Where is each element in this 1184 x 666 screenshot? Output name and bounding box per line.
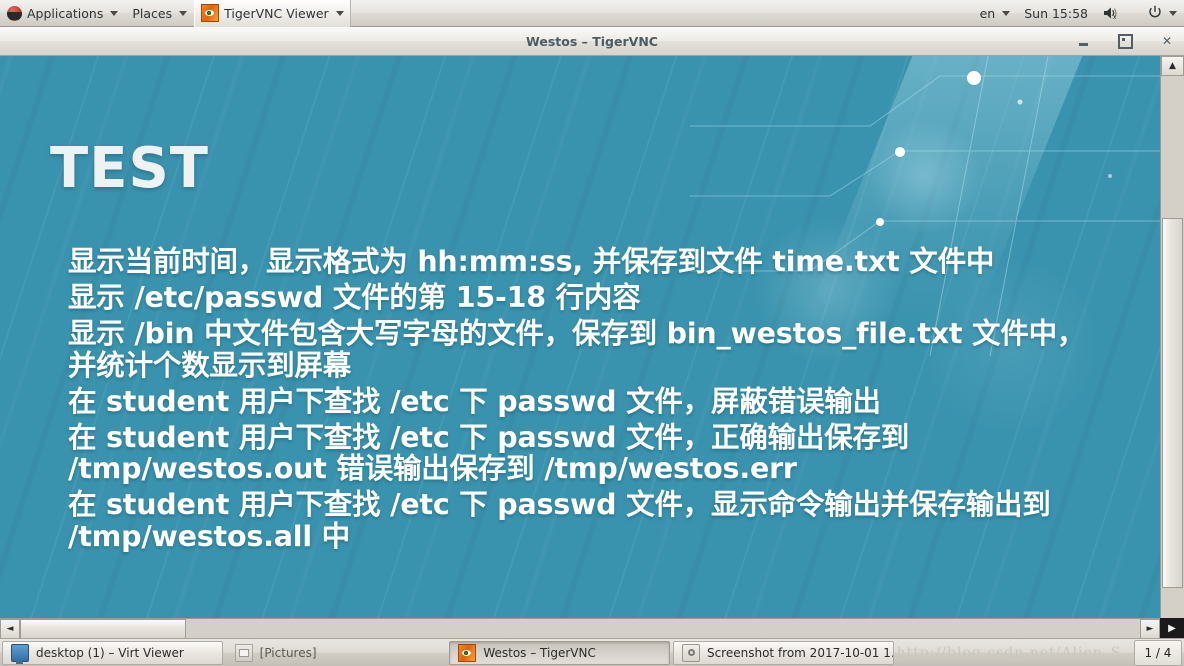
- scrollbar-corner: ▶: [1160, 618, 1184, 639]
- clock[interactable]: Sun 15:58: [1017, 0, 1095, 27]
- svg-text:x: x: [1113, 14, 1117, 20]
- window-controls: ✕: [1072, 27, 1178, 55]
- tigervnc-icon: [201, 4, 220, 22]
- minimize-button[interactable]: [1072, 31, 1094, 51]
- clock-label: Sun 15:58: [1024, 5, 1088, 21]
- presentation-slide: TEST 显示当前时间，显示格式为 hh:mm:ss, 并保存到文件 time.…: [0, 56, 1160, 618]
- gnome-top-panel: Applications Places TigerVNC Viewer en S…: [0, 0, 1184, 27]
- chevron-down-icon: [335, 10, 344, 16]
- screenshot-icon: [681, 643, 700, 662]
- volume-indicator[interactable]: x: [1095, 0, 1141, 27]
- scroll-left-button[interactable]: ◄: [0, 619, 20, 639]
- window-title: Westos – TigerVNC: [526, 33, 658, 49]
- monitor-icon: [11, 643, 29, 664]
- keyboard-layout-indicator[interactable]: en: [973, 0, 1018, 27]
- taskbar-item-label: Screenshot from 2017-10-01 1…: [706, 645, 894, 660]
- fedora-logo-icon: [7, 5, 22, 21]
- taskbar-item-tigervnc[interactable]: Westos – TigerVNC: [449, 640, 670, 665]
- horizontal-scrollbar-thumb[interactable]: [20, 619, 186, 639]
- slide-title: TEST: [50, 136, 209, 201]
- pictures-icon: [234, 643, 253, 662]
- tigervnc-window: Westos – TigerVNC ✕ TEST 显示当前时间，显示格式为 hh…: [0, 27, 1184, 639]
- taskbar-item-label: desktop (1) – Virt Viewer: [36, 645, 184, 660]
- taskbar-item-virt-viewer[interactable]: desktop (1) – Virt Viewer: [2, 640, 223, 665]
- slide-bullet: 在 student 用户下查找 /etc 下 passwd 文件，正确输出保存到…: [68, 420, 910, 486]
- chevron-down-icon: [1002, 10, 1011, 16]
- slide-bullet: 在 student 用户下查找 /etc 下 passwd 文件，显示命令输出并…: [68, 488, 1051, 554]
- chevron-down-icon: [1169, 10, 1177, 16]
- tigervnc-icon: [458, 643, 477, 662]
- vertical-scrollbar[interactable]: ▲ ▼: [1160, 56, 1184, 639]
- slide-bullet: 显示当前时间，显示格式为 hh:mm:ss, 并保存到文件 time.txt 文…: [68, 245, 995, 278]
- horizontal-scrollbar[interactable]: ◄ ►: [0, 618, 1160, 639]
- taskbar-item-pictures[interactable]: [Pictures]: [226, 641, 447, 665]
- close-button[interactable]: ✕: [1156, 31, 1178, 51]
- chevron-down-icon: [179, 10, 188, 16]
- maximize-button[interactable]: [1114, 31, 1136, 51]
- slide-bullet: 显示 /bin 中文件包含大写字母的文件，保存到 bin_westos_file…: [68, 316, 1086, 382]
- chevron-down-icon: [110, 10, 119, 16]
- applications-menu[interactable]: Applications: [0, 0, 125, 27]
- watermark-text: http://blog.csdn.net/Alien_S…: [896, 644, 1132, 661]
- slide-bullet: 在 student 用户下查找 /etc 下 passwd 文件，屏蔽错误输出: [68, 384, 881, 418]
- slide-bullet: 显示 /etc/passwd 文件的第 15-18 行内容: [68, 280, 641, 314]
- taskbar-item-label: Westos – TigerVNC: [483, 645, 596, 660]
- places-menu-label: Places: [132, 5, 173, 21]
- scroll-right-button[interactable]: ►: [1140, 619, 1160, 639]
- places-menu[interactable]: Places: [125, 0, 194, 27]
- keyboard-layout-label: en: [979, 5, 996, 21]
- active-application-menu[interactable]: TigerVNC Viewer: [194, 0, 351, 27]
- slide-glow-circle: [865, 116, 985, 236]
- vertical-scrollbar-thumb[interactable]: [1162, 218, 1183, 588]
- window-list-taskbar: desktop (1) – Virt Viewer [Pictures] Wes…: [0, 638, 1184, 666]
- power-icon: [1148, 5, 1162, 22]
- scroll-up-button[interactable]: ▲: [1161, 56, 1184, 76]
- vnc-viewport[interactable]: TEST 显示当前时间，显示格式为 hh:mm:ss, 并保存到文件 time.…: [0, 56, 1184, 639]
- slide-bullet-list: 显示当前时间，显示格式为 hh:mm:ss, 并保存到文件 time.txt 文…: [68, 246, 1088, 557]
- system-menu[interactable]: [1141, 0, 1184, 27]
- window-titlebar[interactable]: Westos – TigerVNC ✕: [0, 27, 1184, 56]
- workspace-switcher[interactable]: 1 / 4: [1133, 639, 1182, 666]
- taskbar-item-label: [Pictures]: [259, 645, 317, 660]
- speaker-muted-icon: x: [1102, 6, 1119, 21]
- taskbar-item-screenshot[interactable]: Screenshot from 2017-10-01 1…: [672, 640, 894, 665]
- applications-menu-label: Applications: [27, 5, 104, 21]
- active-application-label: TigerVNC Viewer: [224, 5, 329, 21]
